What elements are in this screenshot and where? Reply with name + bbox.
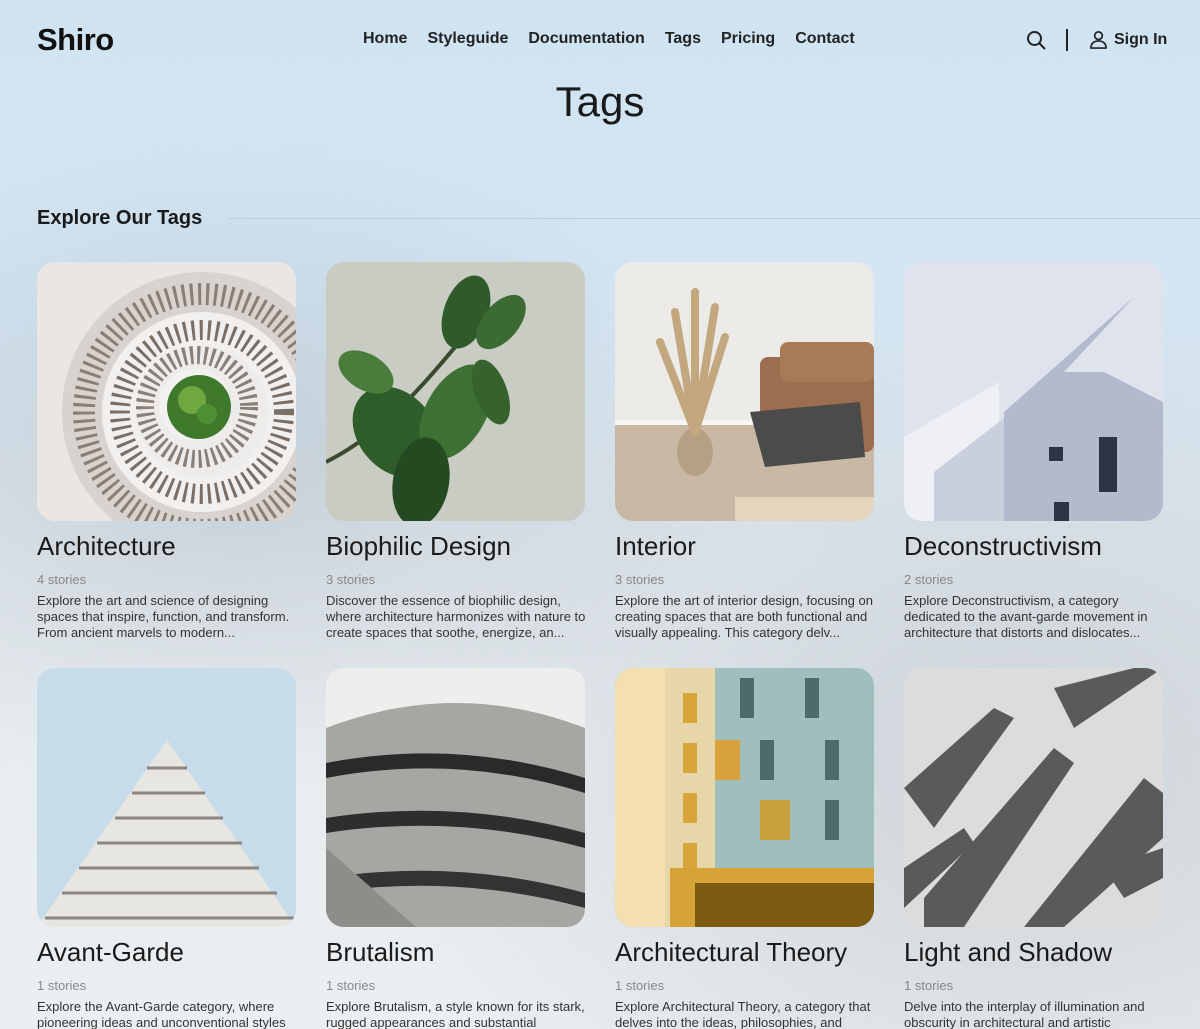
tag-count: 4 stories — [37, 572, 87, 587]
tag-description: Explore the art of interior design, focu… — [615, 593, 873, 640]
tag-title[interactable]: Architecture — [37, 531, 297, 562]
section-divider — [228, 218, 1200, 219]
tag-count: 1 stories — [326, 978, 376, 993]
tag-image-light-and-shadow[interactable] — [904, 668, 1163, 927]
tag-description: Explore Brutalism, a style known for its… — [326, 999, 585, 1029]
user-icon — [1090, 31, 1107, 49]
tag-card-interior[interactable]: Interior 3 stories Explore the art of in… — [615, 262, 875, 641]
tag-title[interactable]: Light and Shadow — [904, 937, 1164, 968]
tag-card-architecture[interactable]: Architecture 4 stories Explore the art a… — [37, 262, 297, 641]
tag-count: 1 stories — [37, 978, 87, 993]
tag-title[interactable]: Interior — [615, 531, 875, 562]
tag-description: Explore the Avant-Garde category, where … — [37, 999, 286, 1029]
tag-description: Explore Architectural Theory, a category… — [615, 999, 871, 1029]
tag-description: Explore Deconstructivism, a category ded… — [904, 593, 1148, 640]
page-title: Tags — [555, 78, 645, 125]
tag-count: 1 stories — [904, 978, 954, 993]
tag-title[interactable]: Biophilic Design — [326, 531, 586, 562]
tag-title[interactable]: Deconstructivism — [904, 531, 1164, 562]
tag-title[interactable]: Architectural Theory — [615, 937, 875, 968]
section-title: Explore Our Tags — [37, 207, 203, 229]
tag-title[interactable]: Brutalism — [326, 937, 586, 968]
tag-title[interactable]: Avant-Garde — [37, 937, 297, 968]
tag-image-architectural-theory[interactable] — [615, 668, 874, 927]
main-nav: Home Styleguide Documentation Tags Prici… — [363, 30, 855, 48]
tag-count: 3 stories — [615, 572, 665, 587]
tag-card-light-and-shadow[interactable]: Light and Shadow 1 stories Delve into th… — [904, 668, 1164, 1029]
header-divider — [1066, 29, 1068, 51]
nav-pricing[interactable]: Pricing — [721, 30, 775, 48]
tag-card-architectural-theory[interactable]: Architectural Theory 1 stories Explore A… — [615, 668, 875, 1029]
tag-count: 1 stories — [615, 978, 665, 993]
nav-contact[interactable]: Contact — [795, 30, 855, 48]
site-logo[interactable]: Shiro — [37, 22, 114, 58]
site-header: Shiro Home Styleguide Documentation Tags… — [0, 0, 1200, 80]
tag-image-brutalism[interactable] — [326, 668, 585, 927]
tag-description: Explore the art and science of designing… — [37, 593, 290, 640]
tag-image-biophilic-design[interactable] — [326, 262, 585, 521]
nav-tags[interactable]: Tags — [665, 30, 701, 48]
tag-image-interior[interactable] — [615, 262, 874, 521]
tag-card-deconstructivism[interactable]: Deconstructivism 2 stories Explore Decon… — [904, 262, 1164, 641]
tag-count: 3 stories — [326, 572, 376, 587]
nav-documentation[interactable]: Documentation — [528, 30, 644, 48]
tag-card-brutalism[interactable]: Brutalism 1 stories Explore Brutalism, a… — [326, 668, 586, 1029]
search-icon[interactable] — [1026, 30, 1046, 50]
nav-styleguide[interactable]: Styleguide — [427, 30, 508, 48]
tag-image-architecture[interactable] — [37, 262, 296, 521]
tag-image-deconstructivism[interactable] — [904, 262, 1163, 521]
tag-description: Discover the essence of biophilic design… — [326, 593, 586, 640]
tag-card-avant-garde[interactable]: Avant-Garde 1 stories Explore the Avant-… — [37, 668, 297, 1029]
tag-image-avant-garde[interactable] — [37, 668, 296, 927]
sign-in-button[interactable]: Sign In — [1089, 30, 1167, 49]
tag-card-biophilic-design[interactable]: Biophilic Design 3 stories Discover the … — [326, 262, 586, 641]
tag-count: 2 stories — [904, 572, 954, 587]
sign-in-label: Sign In — [1114, 30, 1168, 48]
nav-home[interactable]: Home — [363, 30, 407, 48]
tag-description: Delve into the interplay of illumination… — [904, 999, 1145, 1029]
